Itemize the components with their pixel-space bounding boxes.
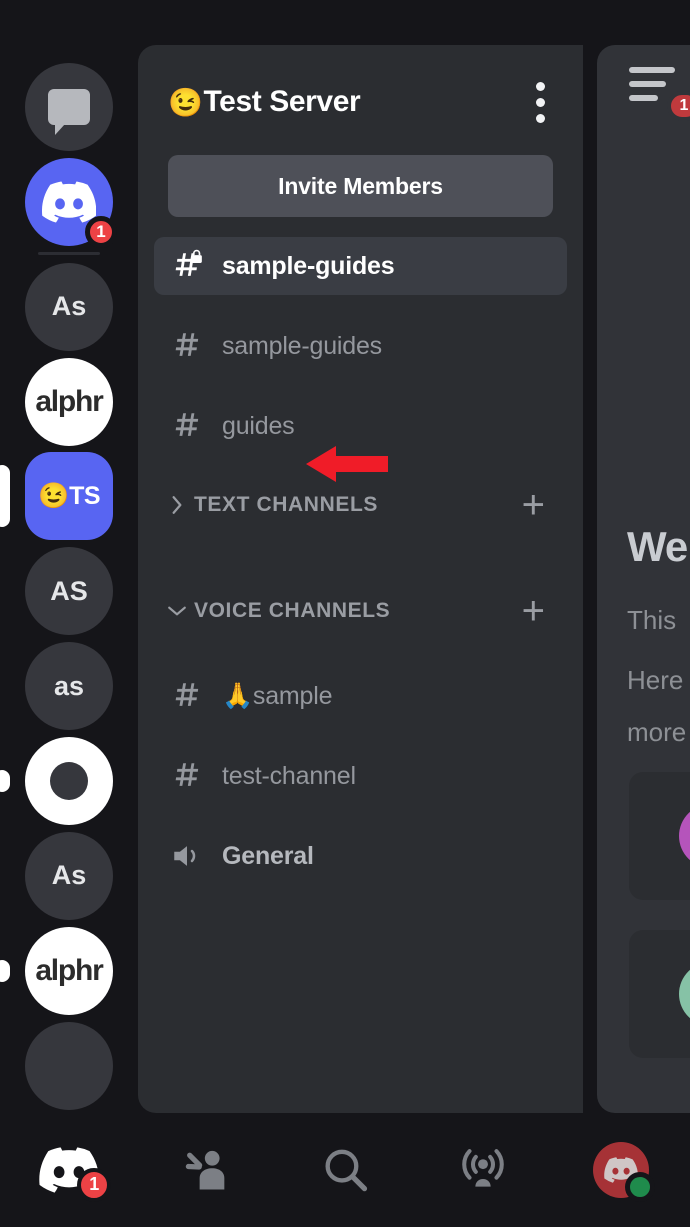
nav-friends[interactable] bbox=[138, 1113, 276, 1227]
sidebar-item-partial[interactable] bbox=[0, 1018, 138, 1113]
broadcast-icon bbox=[462, 1149, 504, 1187]
promo-card-2[interactable] bbox=[629, 930, 690, 1058]
channel-panel: 😉 Test Server Invite Members sample-guid… bbox=[138, 45, 583, 1113]
search-icon bbox=[325, 1149, 368, 1192]
avatar[interactable] bbox=[593, 1142, 655, 1202]
red-left-arrow-annotation bbox=[306, 446, 388, 482]
server-as-1-avatar[interactable]: As bbox=[25, 262, 113, 351]
sidebar-item-server-alphr-2[interactable]: alphr bbox=[0, 923, 138, 1018]
server-as-2-avatar[interactable]: as bbox=[25, 642, 113, 731]
server-ring-avatar[interactable] bbox=[25, 737, 113, 826]
promo-icon-invite bbox=[679, 804, 690, 868]
home-dms-avatar[interactable] bbox=[25, 63, 113, 152]
server-test-server-avatar[interactable]: 😉 TS bbox=[25, 452, 113, 541]
welcome-line-1: This bbox=[627, 605, 677, 635]
discord-server-avatar[interactable]: 1 bbox=[25, 158, 117, 249]
channel-list: sample-guides sample-guides guides TEXT … bbox=[138, 217, 583, 885]
server-title-emoji: 😉 bbox=[168, 86, 203, 118]
nav-mentions[interactable] bbox=[414, 1113, 552, 1227]
server-title[interactable]: 😉 Test Server bbox=[168, 85, 361, 119]
hash-locked-icon bbox=[170, 249, 204, 283]
hamburger-menu-icon[interactable]: 1 bbox=[629, 67, 690, 121]
server-title-text: Test Server bbox=[203, 85, 361, 118]
channel-label: 🙏sample bbox=[222, 681, 333, 710]
server-alphr-2-indicator bbox=[0, 959, 10, 982]
direct-messages-icon bbox=[48, 89, 90, 136]
content-panel: 1 We This Here more bbox=[597, 45, 690, 1113]
server-as-3-label: As bbox=[51, 860, 87, 891]
channel-label: sample-guides bbox=[222, 331, 382, 360]
sidebar-item-server-test-server[interactable]: 😉 TS bbox=[0, 449, 138, 544]
server-unread-badge: 1 bbox=[85, 216, 117, 249]
ring-inner-dot-icon bbox=[50, 762, 88, 801]
panel-header: 😉 Test Server bbox=[138, 45, 583, 131]
channel-item-sample[interactable]: 🙏sample bbox=[154, 667, 567, 725]
status-badge-online bbox=[625, 1172, 655, 1202]
server-as-1-label: As bbox=[51, 291, 87, 322]
welcome-line-3: more bbox=[627, 717, 687, 747]
sidebar-item-server-as-3[interactable]: As bbox=[0, 828, 138, 923]
content-header: 1 bbox=[597, 45, 690, 131]
channel-label: test-channel bbox=[222, 761, 356, 790]
discord-logo-icon bbox=[42, 181, 96, 223]
category-text-channels[interactable]: TEXT CHANNELS + bbox=[154, 483, 567, 527]
category-voice-channels[interactable]: VOICE CHANNELS + bbox=[154, 589, 567, 633]
sidebar-item-server-as-2[interactable]: as bbox=[0, 639, 138, 734]
server-alphr-2-avatar[interactable]: alphr bbox=[25, 926, 113, 1015]
server-partial-avatar[interactable] bbox=[25, 1021, 113, 1110]
hash-icon bbox=[170, 759, 204, 793]
nav-servers-badge: 1 bbox=[77, 1167, 112, 1202]
server-alphr-1-label: alphr bbox=[35, 384, 104, 418]
server-as-3-avatar[interactable]: As bbox=[25, 831, 113, 920]
hash-icon bbox=[170, 329, 204, 363]
add-text-channel-button[interactable]: + bbox=[522, 485, 545, 525]
channel-item-test-channel[interactable]: test-channel bbox=[154, 747, 567, 805]
sidebar-item-server-alphr-1[interactable]: alphr bbox=[0, 354, 138, 449]
channel-item-sample-guides[interactable]: sample-guides bbox=[154, 317, 567, 375]
welcome-heading: We bbox=[627, 523, 688, 570]
server-as-2-label: as bbox=[53, 670, 85, 701]
promo-icon-customize bbox=[679, 962, 690, 1026]
invite-members-button[interactable]: Invite Members bbox=[168, 155, 553, 217]
server-AS-avatar[interactable]: AS bbox=[25, 547, 113, 636]
channel-label: General bbox=[222, 841, 314, 870]
more-options-icon[interactable] bbox=[524, 74, 557, 131]
nav-search[interactable] bbox=[276, 1113, 414, 1227]
discord-mobile-screen: 1 As alphr 😉 TS AS as As alphr 😉 Test Se… bbox=[0, 0, 690, 1227]
server-ring-indicator bbox=[0, 770, 10, 793]
channel-item-sample-guides-locked[interactable]: sample-guides bbox=[154, 237, 567, 295]
server-selected-indicator bbox=[0, 465, 10, 528]
server-test-server-emoji: 😉 bbox=[37, 481, 70, 510]
server-AS-label: AS bbox=[50, 575, 88, 606]
hash-icon bbox=[170, 409, 204, 443]
channel-item-general-voice[interactable]: General bbox=[154, 827, 567, 885]
server-alphr-2-label: alphr bbox=[35, 953, 104, 987]
bottom-navigation-bar[interactable]: 1 bbox=[0, 1113, 690, 1227]
add-voice-channel-button[interactable]: + bbox=[522, 591, 545, 631]
nav-servers[interactable]: 1 bbox=[0, 1113, 138, 1227]
promo-card-1[interactable] bbox=[629, 772, 690, 900]
server-alphr-1-avatar[interactable]: alphr bbox=[25, 357, 113, 446]
category-label: VOICE CHANNELS bbox=[194, 599, 391, 622]
chevron-down-icon bbox=[166, 603, 188, 619]
rail-separator bbox=[38, 251, 100, 256]
server-test-server-label: TS bbox=[69, 481, 101, 510]
hamburger-badge: 1 bbox=[667, 91, 690, 121]
sidebar-item-home-dms[interactable] bbox=[0, 60, 138, 155]
sidebar-item-discord-server[interactable]: 1 bbox=[0, 155, 138, 250]
server-rail[interactable]: 1 As alphr 😉 TS AS as As alphr bbox=[0, 0, 138, 1113]
channel-label: guides bbox=[222, 411, 295, 440]
nav-profile[interactable] bbox=[552, 1113, 690, 1227]
sidebar-item-server-as-1[interactable]: As bbox=[0, 259, 138, 354]
speaker-icon bbox=[170, 839, 204, 873]
category-label: TEXT CHANNELS bbox=[194, 493, 378, 516]
sidebar-item-server-ring[interactable] bbox=[0, 734, 138, 829]
channel-label: sample-guides bbox=[222, 251, 395, 280]
sidebar-item-server-AS[interactable]: AS bbox=[0, 544, 138, 639]
person-wave-icon bbox=[185, 1150, 225, 1190]
hash-icon bbox=[170, 679, 204, 713]
welcome-line-2: Here bbox=[627, 665, 684, 695]
chevron-right-icon bbox=[166, 495, 188, 515]
